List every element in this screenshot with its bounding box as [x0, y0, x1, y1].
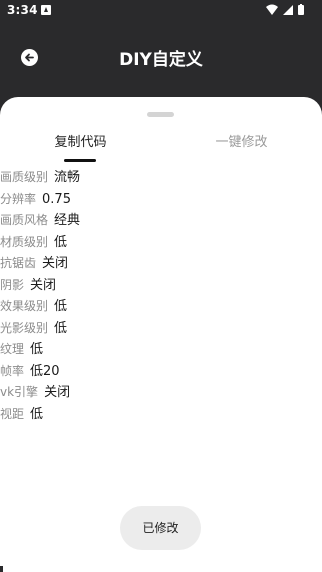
settings-list: 画质级别 流畅 分辨率 0.75 画质风格 经典 材质级别低 抗锯齿 关闭 阴影 关闭 效… [0, 165, 80, 423]
list-item: 视距低 [0, 402, 80, 424]
status-bar: 3:34 [0, 0, 322, 22]
list-item: 阴影 关闭 [0, 273, 80, 295]
setting-value: 经典 [54, 213, 81, 228]
page-title: DIY自定义 [119, 50, 203, 70]
setting-label: 画质风格 [0, 213, 49, 227]
bottom-sheet: 复制代码 一键修改 画质级别 流畅 分辨率 0.75 画质风格 经典 材质级别低 抗锯… [0, 97, 322, 572]
setting-value: 低 [54, 234, 68, 250]
list-item: 抗锯齿 关闭 [0, 251, 80, 273]
list-item: 画质风格 经典 [0, 208, 80, 230]
setting-value: 关闭 [30, 277, 57, 293]
notification-icon [41, 5, 51, 15]
setting-value: 低 [30, 406, 44, 422]
setting-value: 低 [54, 299, 68, 314]
list-item: 效果级别低 [0, 294, 80, 316]
battery-icon [298, 5, 304, 15]
setting-value: 0.75 [42, 191, 71, 207]
setting-label: 光影级别 [0, 320, 49, 335]
list-item: 纹理低 [0, 337, 80, 359]
setting-label: 材质级别 [0, 234, 49, 249]
setting-label: 帧率 [0, 363, 25, 378]
modified-button[interactable]: 已修改 [120, 506, 201, 550]
status-time: 3:34 [7, 3, 38, 17]
setting-label: 效果级别 [0, 299, 49, 313]
setting-value: 关闭 [42, 256, 69, 271]
setting-value: 低 [54, 320, 68, 336]
list-item: 分辨率 0.75 [0, 187, 80, 209]
list-item: vk引擎 关闭 [0, 380, 80, 402]
status-icons [265, 4, 315, 16]
setting-label: 画质级别 [0, 170, 49, 184]
tab-indicator [64, 159, 96, 162]
tab-one-click-edit[interactable]: 一键修改 [161, 131, 322, 150]
setting-label: vk引擎 [0, 385, 39, 399]
wifi-icon [266, 4, 278, 15]
setting-value: 低 [30, 342, 44, 357]
list-item: 画质级别 流畅 [0, 165, 80, 187]
setting-value: 关闭 [44, 385, 71, 400]
setting-label: 抗锯齿 [0, 256, 37, 270]
setting-label: 阴影 [0, 277, 25, 292]
tab-copy-code[interactable]: 复制代码 [0, 131, 161, 150]
setting-label: 视距 [0, 406, 25, 421]
signal-icon [283, 5, 293, 15]
setting-label: 分辨率 [0, 191, 37, 206]
list-item: 光影级别低 [0, 316, 80, 338]
setting-label: 纹理 [0, 342, 25, 356]
list-item: 帧率 低20 [0, 359, 80, 381]
setting-value: 流畅 [54, 170, 81, 185]
drag-handle[interactable] [147, 112, 174, 117]
corner-mark [0, 566, 3, 572]
list-item: 材质级别低 [0, 230, 80, 252]
setting-value: 低20 [30, 363, 60, 379]
